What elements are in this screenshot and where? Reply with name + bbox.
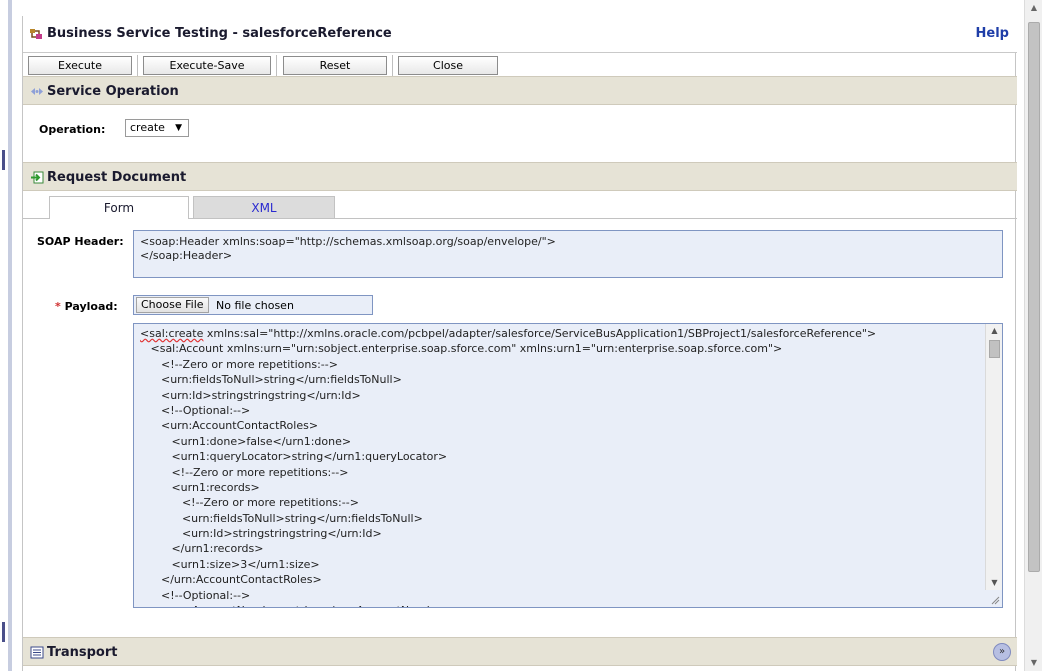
page-scroll-down-icon[interactable]: ▼	[1025, 655, 1043, 671]
payload-line: <!--Optional:-->	[140, 588, 251, 602]
window-border	[8, 0, 12, 671]
payload-label: * Payload:	[55, 300, 118, 313]
execute-button[interactable]: Execute	[28, 56, 132, 75]
operation-arrows-icon	[31, 88, 43, 95]
title-bar: Business Service Testing - salesforceRef…	[23, 16, 1017, 52]
payload-line: <urn:Id>stringstringstring</urn:Id>	[140, 388, 361, 402]
tab-form[interactable]: Form	[49, 196, 189, 219]
payload-line: <urn1:records>	[140, 480, 260, 494]
payload-file-input[interactable]: Choose File No file chosen	[133, 295, 373, 315]
payload-line: <urn1:done>false</urn1:done>	[140, 434, 352, 448]
payload-textarea[interactable]: <sal:create xmlns:sal="http://xmlns.orac…	[133, 323, 1003, 608]
transport-title: Transport	[47, 645, 118, 660]
payload-line: <!--Zero or more repetitions:-->	[140, 357, 338, 371]
reset-button[interactable]: Reset	[283, 56, 387, 75]
toolbar-separator	[392, 55, 393, 76]
payload-line: <urn:AccountContactRoles>	[140, 419, 319, 433]
payload-line: <sal:Account xmlns:urn="urn:sobject.ente…	[140, 342, 783, 356]
service-operation-header[interactable]: Service Operation	[23, 76, 1017, 105]
tab-xml[interactable]: XML	[193, 196, 335, 219]
payload-content: <sal:create xmlns:sal="http://xmlns.orac…	[140, 326, 980, 607]
required-marker: *	[55, 300, 61, 313]
double-chevron-down-icon[interactable]: »	[993, 643, 1011, 661]
request-document-title: Request Document	[47, 170, 187, 185]
toolbar-separator	[276, 55, 277, 76]
scroll-up-arrow-icon[interactable]: ▲	[986, 324, 1002, 338]
payload-line: </urn1:records>	[140, 542, 264, 556]
payload-line: <sal:create xmlns:sal="http://xmlns.orac…	[140, 327, 877, 340]
business-service-testing-panel: Business Service Testing - salesforceRef…	[22, 16, 1017, 671]
choose-file-button[interactable]: Choose File	[136, 297, 209, 313]
left-window-edge	[0, 0, 8, 671]
operation-selected-value: create	[130, 121, 165, 134]
edge-mark	[2, 150, 5, 170]
scroll-down-arrow-icon[interactable]: ▼	[986, 576, 1002, 590]
payload-line: <!--Zero or more repetitions:-->	[140, 496, 359, 510]
page-title: Business Service Testing - salesforceRef…	[47, 26, 392, 41]
resize-grip-icon[interactable]	[990, 595, 1000, 605]
operation-select[interactable]: create ▼	[125, 119, 189, 137]
payload-line: <!--Zero or more repetitions:-->	[140, 465, 349, 479]
soap-header-textarea[interactable]: <soap:Header xmlns:soap="http://schemas.…	[133, 230, 1003, 278]
request-document-icon	[31, 171, 44, 184]
service-testing-icon	[30, 29, 42, 39]
transport-icon	[30, 646, 44, 659]
payload-label-text: Payload:	[64, 300, 118, 313]
payload-line: <urn:Id>stringstringstring</urn:Id>	[140, 527, 382, 541]
payload-scrollbar[interactable]: ▲ ▼	[985, 324, 1002, 590]
file-status-text: No file chosen	[216, 299, 294, 312]
service-operation-title: Service Operation	[47, 84, 179, 99]
payload-scroll-thumb[interactable]	[989, 340, 1000, 358]
payload-line: <!--Optional:-->	[140, 403, 251, 417]
page-scrollbar[interactable]: ▲ ▼	[1024, 0, 1042, 671]
toolbar-separator	[137, 55, 138, 76]
toolbar: Execute Execute-Save Reset Close	[23, 52, 1017, 78]
request-document-header[interactable]: Request Document	[23, 162, 1017, 191]
dropdown-arrow-icon: ▼	[175, 123, 182, 133]
transport-header[interactable]: Transport »	[23, 637, 1017, 666]
payload-line: <urn1:size>3</urn1:size>	[140, 557, 320, 571]
close-button[interactable]: Close	[398, 56, 498, 75]
edge-mark	[2, 622, 5, 642]
page-scroll-thumb[interactable]	[1028, 22, 1040, 572]
payload-line: <urn:AccountNumber>string</urn:AccountNu…	[140, 603, 980, 607]
help-link[interactable]: Help	[976, 26, 1009, 41]
execute-save-button[interactable]: Execute-Save	[143, 56, 271, 75]
payload-line: <urn1:queryLocator>string</urn1:queryLoc…	[140, 450, 448, 464]
payload-line: </urn:AccountContactRoles>	[140, 573, 322, 587]
payload-line: <urn:fieldsToNull>string</urn:fieldsToNu…	[140, 373, 402, 387]
payload-line: <urn:fieldsToNull>string</urn:fieldsToNu…	[140, 511, 423, 525]
operation-label: Operation:	[39, 123, 106, 136]
soap-header-label: SOAP Header:	[37, 235, 124, 248]
page-scroll-up-icon[interactable]: ▲	[1025, 0, 1043, 16]
